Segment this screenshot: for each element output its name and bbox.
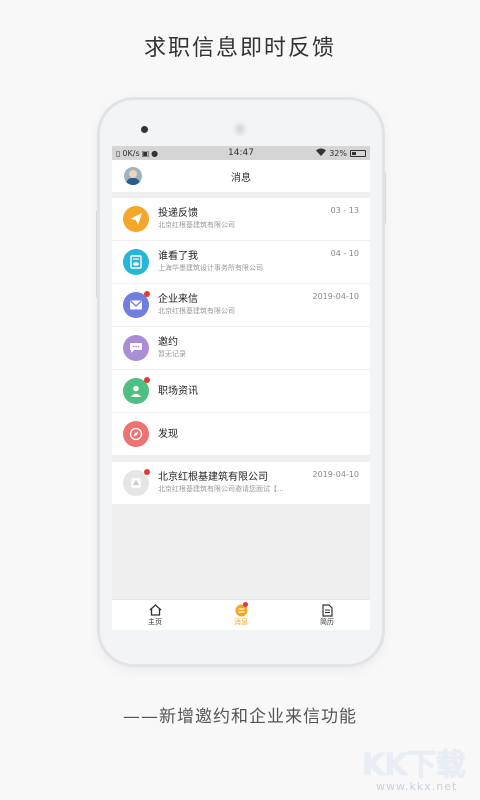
item-title: 职场资讯 xyxy=(158,385,198,397)
header-bar: 消息 xyxy=(112,160,370,192)
tab-label: 主页 xyxy=(148,618,162,626)
front-camera xyxy=(141,126,148,133)
item-subtitle: 北京红根基建筑有限公司 xyxy=(158,221,235,229)
tab-label: 消息 xyxy=(234,618,248,626)
item-subtitle: 上海华墨建筑设计事务所有限公司 xyxy=(158,264,263,272)
watermark: KK下载 www.kkx.net xyxy=(362,740,480,800)
watermark-url: www.kkx.net xyxy=(376,780,458,793)
message-item-career-news[interactable]: 职场资讯 xyxy=(112,370,370,413)
company-message-subtitle: 北京红根基建筑有限公司邀请您面试【... xyxy=(158,485,284,493)
person-icon xyxy=(123,377,150,404)
unread-dot xyxy=(243,602,248,607)
company-message-list: 北京红根基建筑有限公司 北京红根基建筑有限公司邀请您面试【... 2019-04… xyxy=(112,462,370,504)
company-message-date: 2019-04-10 xyxy=(312,470,360,479)
item-title: 发现 xyxy=(158,428,178,440)
item-date: 2019-04-10 xyxy=(312,292,360,301)
message-item-discover[interactable]: 发现 xyxy=(112,413,370,455)
promo-footline: ——新增邀约和企业来信功能 xyxy=(123,707,357,727)
phone-screen: ▯ 0K/s ▣ ● 14:47 32% 消息 投递反馈 北京红根基建筑有限公司 xyxy=(112,146,370,630)
bottom-tab-bar: 主页 消息 简历 xyxy=(112,599,370,630)
item-date: 03 - 13 xyxy=(330,206,359,215)
message-icon xyxy=(234,602,248,617)
compass-icon xyxy=(123,421,149,447)
battery-icon xyxy=(350,149,366,157)
message-item-company-letters[interactable]: 企业来信 北京红根基建筑有限公司 2019-04-10 xyxy=(112,284,370,327)
item-subtitle: 北京红根基建筑有限公司 xyxy=(158,307,235,315)
chat-bubble-icon xyxy=(123,335,149,361)
promo-headline: 求职信息即时反馈 xyxy=(143,36,336,61)
watermark-logo: KK下载 xyxy=(362,748,465,783)
message-item-invitations[interactable]: 邀约 暂无记录 xyxy=(112,327,370,370)
unread-dot xyxy=(144,291,150,297)
item-title: 邀约 xyxy=(158,337,178,348)
company-message-item[interactable]: 北京红根基建筑有限公司 北京红根基建筑有限公司邀请您面试【... 2019-04… xyxy=(112,462,370,504)
message-item-delivery-feedback[interactable]: 投递反馈 北京红根基建筑有限公司 03 - 13 xyxy=(112,198,370,241)
unread-dot xyxy=(144,469,150,475)
envelope-icon xyxy=(123,291,150,318)
item-date: 04 - 10 xyxy=(330,249,359,258)
resume-icon xyxy=(320,603,334,617)
paper-plane-icon xyxy=(123,206,149,232)
page-title: 消息 xyxy=(231,172,251,184)
eye-document-icon xyxy=(123,249,149,275)
phone-sensor xyxy=(233,122,247,136)
home-icon xyxy=(148,603,162,617)
avatar[interactable] xyxy=(124,167,142,185)
message-item-who-viewed-me[interactable]: 谁看了我 上海华墨建筑设计事务所有限公司 04 - 10 xyxy=(112,241,370,284)
status-bar: ▯ 0K/s ▣ ● 14:47 32% xyxy=(112,146,370,160)
unread-dot xyxy=(144,377,150,383)
company-logo-icon xyxy=(123,469,150,496)
item-subtitle: 暂无记录 xyxy=(158,350,186,358)
tab-home[interactable]: 主页 xyxy=(112,600,198,630)
phone-power-button xyxy=(382,172,386,224)
status-time: 14:47 xyxy=(228,148,254,158)
tab-resume[interactable]: 简历 xyxy=(284,600,370,630)
message-category-list: 投递反馈 北京红根基建筑有限公司 03 - 13 谁看了我 上海华墨建筑设计事务… xyxy=(112,198,370,455)
tab-label: 简历 xyxy=(320,618,334,626)
tab-messages[interactable]: 消息 xyxy=(198,600,284,630)
